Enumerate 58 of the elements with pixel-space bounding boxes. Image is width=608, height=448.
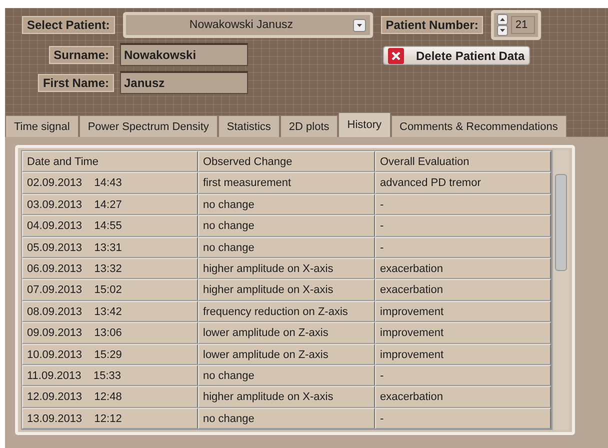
table-cell: no change bbox=[198, 408, 375, 430]
column-header[interactable]: Overall Evaluation bbox=[375, 151, 551, 172]
tab[interactable]: Statistics bbox=[218, 115, 280, 137]
table-cell: 02.09.2013 14:43 bbox=[22, 172, 198, 194]
table-cell: higher amplitude on X-axis bbox=[198, 258, 375, 280]
table-cell: lower amplitude on Z-axis bbox=[198, 322, 375, 344]
table-cell: improvement bbox=[375, 300, 551, 322]
first-name-field[interactable]: Janusz bbox=[120, 71, 248, 94]
table-cell: 04.09.2013 14:55 bbox=[22, 215, 198, 237]
table-cell: lower amplitude on Z-axis bbox=[198, 344, 375, 365]
table-cell: 07.09.2013 15:02 bbox=[22, 279, 198, 301]
delete-patient-button[interactable]: Delete Patient Data bbox=[383, 46, 530, 65]
patient-dropdown[interactable]: Nowakowski Janusz bbox=[122, 12, 373, 38]
tab[interactable]: History bbox=[338, 112, 390, 137]
scrollbar-thumb[interactable] bbox=[555, 174, 567, 271]
table-cell: advanced PD tremor bbox=[375, 172, 551, 194]
table-cell: - bbox=[375, 364, 551, 386]
tab[interactable]: Time signal bbox=[5, 115, 79, 137]
table-cell: exacerbation bbox=[375, 279, 551, 301]
table-cell: 03.09.2013 14:27 bbox=[22, 194, 198, 216]
table-cell: no change bbox=[198, 236, 375, 258]
column-header[interactable]: Observed Change bbox=[198, 151, 375, 172]
surname-label: Surname: bbox=[48, 46, 114, 64]
table-cell: 09.09.2013 13:06 bbox=[22, 322, 198, 344]
column-header[interactable]: Date and Time bbox=[22, 151, 198, 172]
select-patient-label: Select Patient: bbox=[22, 16, 115, 34]
table-cell: exacerbation bbox=[375, 258, 551, 280]
table-cell: - bbox=[375, 408, 551, 430]
table-cell: improvement bbox=[375, 322, 551, 344]
tab[interactable]: Power Spectrum Density bbox=[78, 115, 218, 137]
table-cell: first measurement bbox=[198, 172, 375, 194]
spinner-arrows-icon[interactable] bbox=[497, 14, 508, 36]
table-cell: 11.09.2013 15:33 bbox=[22, 364, 198, 386]
first-name-label: First Name: bbox=[38, 74, 114, 92]
table-cell: exacerbation bbox=[375, 386, 551, 408]
surname-field[interactable]: Nowakowski bbox=[120, 43, 248, 66]
scrollbar[interactable] bbox=[552, 150, 569, 430]
table-cell: 10.09.2013 15:29 bbox=[22, 344, 198, 365]
table-cell: no change bbox=[198, 215, 375, 237]
table-cell: higher amplitude on X-axis bbox=[198, 279, 375, 301]
table-cell: - bbox=[375, 194, 551, 216]
patient-number-label: Patient Number: bbox=[380, 16, 484, 34]
table-cell: 05.09.2013 13:31 bbox=[22, 236, 198, 258]
table-cell: 13.09.2013 12:12 bbox=[22, 408, 198, 430]
table-cell: 08.09.2013 13:42 bbox=[22, 300, 198, 322]
table-cell: 12.09.2013 12:48 bbox=[22, 386, 198, 408]
tab[interactable]: Comments & Recommendations bbox=[390, 115, 567, 137]
table-cell: 06.09.2013 13:32 bbox=[22, 258, 198, 280]
table-cell: - bbox=[375, 215, 551, 237]
patient-number-field[interactable]: 21 bbox=[511, 16, 536, 34]
tab[interactable]: 2D plots bbox=[280, 115, 338, 137]
table-cell: improvement bbox=[375, 344, 551, 365]
close-icon bbox=[388, 48, 404, 64]
table-cell: no change bbox=[198, 364, 375, 386]
table-cell: - bbox=[375, 236, 551, 258]
table-cell: no change bbox=[198, 194, 375, 216]
table-cell: higher amplitude on X-axis bbox=[198, 386, 375, 408]
table-cell: frequency reduction on Z-axis bbox=[198, 300, 375, 322]
